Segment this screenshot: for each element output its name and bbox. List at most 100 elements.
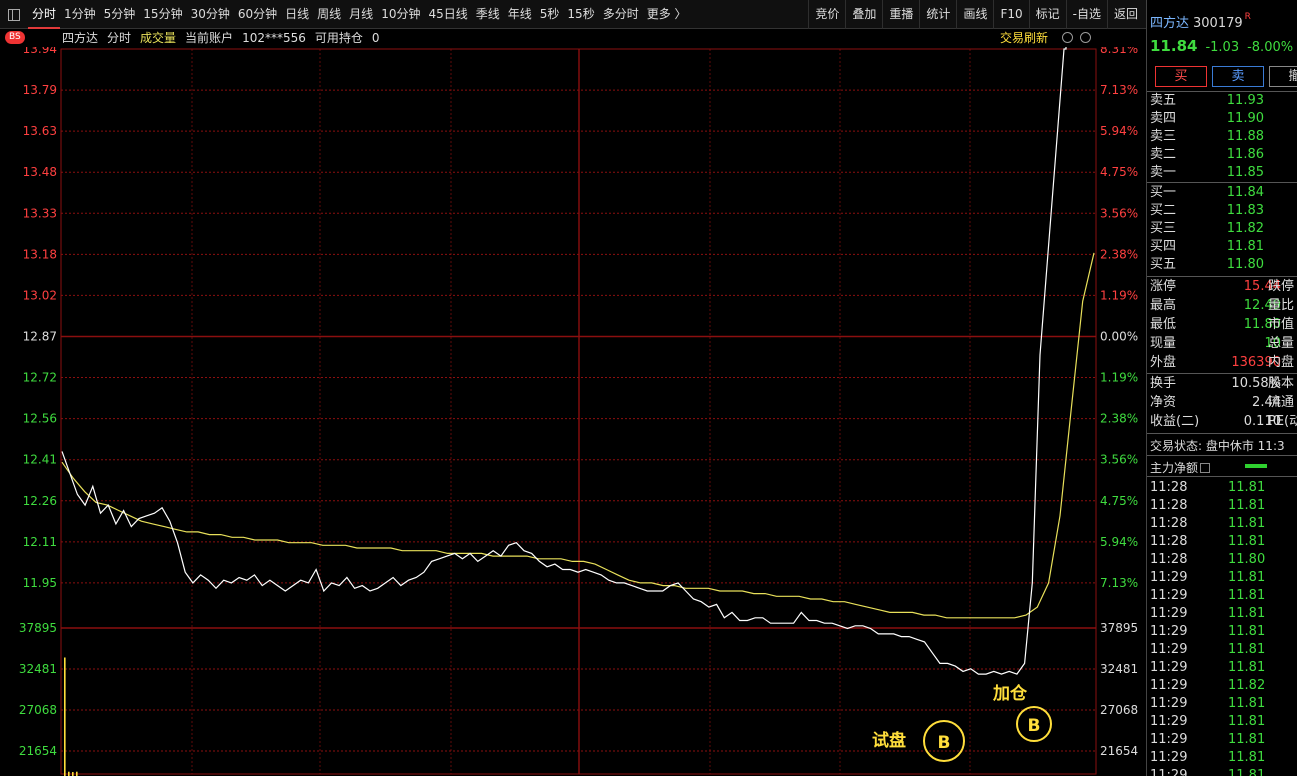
period-tab-10[interactable]: 45日线 — [424, 0, 471, 29]
tick-price: 11.81 — [1228, 624, 1266, 639]
toolbar-button-3[interactable]: 统计 — [919, 0, 956, 29]
tick-price: 11.81 — [1228, 588, 1266, 603]
period-tab-9[interactable]: 10分钟 — [377, 0, 424, 29]
tick-time: 11:28 — [1150, 552, 1188, 567]
order-book-row[interactable]: 买二 11.83 — [1147, 202, 1297, 220]
stat-label: 收益(二) — [1150, 414, 1200, 429]
order-book-row[interactable]: 买一 11.84 — [1147, 184, 1297, 202]
period-tab-2[interactable]: 5分钟 — [100, 0, 140, 29]
tick-time: 11:29 — [1150, 588, 1188, 603]
order-level-price: 11.84 — [1226, 185, 1264, 200]
list-icon[interactable] — [1200, 463, 1211, 473]
period-tab-4[interactable]: 30分钟 — [187, 0, 234, 29]
order-level-price: 11.88 — [1226, 129, 1264, 144]
pct-axis-tick: 2.38% — [1100, 247, 1138, 261]
price-axis-tick: 13.33 — [23, 206, 57, 220]
stat-row: 外盘 136390 内盘 — [1147, 353, 1297, 372]
tick-price: 11.81 — [1228, 768, 1266, 776]
period-tab-13[interactable]: 5秒 — [536, 0, 564, 29]
period-tab-15[interactable]: 多分时 — [599, 0, 643, 29]
tick-time: 11:29 — [1150, 732, 1188, 747]
layout-toggle-icon[interactable] — [8, 8, 20, 21]
position-label: 可用持仓 — [314, 31, 363, 45]
order-level-price: 11.81 — [1226, 239, 1264, 254]
period-tab-16[interactable]: 更多 〉 — [643, 0, 691, 29]
pct-axis-tick: 5.94% — [1100, 535, 1138, 549]
order-book-row[interactable]: 买三 11.82 — [1147, 220, 1297, 238]
order-book-row[interactable]: 卖二 11.86 — [1147, 146, 1297, 164]
order-level-label: 买五 — [1150, 257, 1177, 272]
stat-label: 现量 — [1150, 336, 1177, 351]
toolbar-button-7[interactable]: -自选 — [1065, 0, 1107, 29]
main-flow-row: 主力净额 — [1150, 459, 1297, 476]
panel-divider — [1147, 182, 1297, 183]
stat-label: 净资 — [1150, 395, 1177, 410]
tick-time: 11:28 — [1150, 480, 1188, 495]
period-tab-12[interactable]: 年线 — [504, 0, 536, 29]
stat-label-secondary: 量比 — [1268, 298, 1295, 313]
period-tab-5[interactable]: 60分钟 — [234, 0, 281, 29]
order-book-row[interactable]: 买四 11.81 — [1147, 238, 1297, 256]
sell-button[interactable]: 卖 — [1212, 66, 1264, 87]
period-tab-3[interactable]: 15分钟 — [139, 0, 186, 29]
period-tab-bar: 分时 1分钟 5分钟 15分钟 30分钟 60分钟 日线 周线 月线 10分钟 45日线 季线 年线 5秒… — [4, 0, 691, 29]
zoom-in-icon[interactable] — [1062, 32, 1073, 43]
toolbar-button-0[interactable]: 竞价 — [808, 0, 845, 29]
period-tab-0[interactable]: 分时 — [28, 0, 61, 29]
stat-label-secondary: 股本 — [1268, 376, 1295, 391]
stock-name: 四方达 — [1150, 16, 1190, 31]
intraday-chart[interactable]: 13.94 8.31% 13.79 7.13% 13.63 5.94% 13.48 4.75%… — [0, 47, 1146, 776]
period-tab-1[interactable]: 1分钟 — [60, 0, 100, 29]
pct-axis-tick: 5.94% — [1100, 124, 1138, 138]
cancel-order-button[interactable]: 撤 — [1269, 66, 1297, 87]
toolbar-button-2[interactable]: 重播 — [882, 0, 919, 29]
order-book-row[interactable]: 买五 11.80 — [1147, 256, 1297, 274]
order-level-label: 买二 — [1150, 203, 1177, 218]
tick-price: 11.81 — [1228, 498, 1266, 513]
toolbar-button-1[interactable]: 叠加 — [845, 0, 882, 29]
order-level-label: 卖一 — [1150, 165, 1177, 180]
settings-icon[interactable] — [1080, 32, 1091, 43]
order-book-row[interactable]: 卖一 11.85 — [1147, 164, 1297, 182]
volume-indicator-label[interactable]: 成交量 — [140, 30, 176, 46]
toolbar-button-4[interactable]: 画线 — [956, 0, 993, 29]
stat-label: 最高 — [1150, 298, 1177, 313]
pct-axis-tick: 4.75% — [1100, 494, 1138, 508]
buy-button[interactable]: 买 — [1155, 66, 1207, 87]
price-axis-tick: 13.63 — [23, 124, 57, 138]
toolbar-button-8[interactable]: 返回 — [1106, 0, 1144, 29]
price-quote: 11.84 -1.03 -8.00% — [1150, 37, 1293, 55]
tick-time: 11:28 — [1150, 534, 1188, 549]
order-book-row[interactable]: 卖五 11.93 — [1147, 92, 1297, 110]
price-axis-tick: 12.26 — [23, 494, 57, 508]
period-tab-6[interactable]: 日线 — [281, 0, 313, 29]
volume-axis-tick-right: 37895 — [1100, 621, 1138, 635]
toolbar-button-6[interactable]: 标记 — [1028, 0, 1066, 29]
bs-badge[interactable]: BS — [5, 31, 25, 44]
period-tab-8[interactable]: 月线 — [345, 0, 377, 29]
period-tab-14[interactable]: 15秒 — [563, 0, 598, 29]
period-tab-7[interactable]: 周线 — [313, 0, 345, 29]
period-tab-11[interactable]: 季线 — [472, 0, 504, 29]
price-axis-tick: 13.18 — [23, 247, 57, 261]
order-book-row[interactable]: 卖三 11.88 — [1147, 128, 1297, 146]
tick-row: 11:29 11.81 — [1147, 569, 1297, 587]
tick-price: 11.81 — [1228, 732, 1266, 747]
toolbar-button-5[interactable]: F10 — [993, 0, 1028, 29]
volume-axis-tick-right: 32481 — [1100, 662, 1138, 676]
tick-time: 11:29 — [1150, 660, 1188, 675]
order-book-row[interactable]: 卖四 11.90 — [1147, 110, 1297, 128]
add-marker-letter: B — [1028, 716, 1041, 736]
tick-row: 11:29 11.81 — [1147, 749, 1297, 767]
stat-label-secondary: 内盘 — [1268, 355, 1295, 370]
trade-refresh-button[interactable]: 交易刷新 — [1000, 30, 1048, 46]
stat-label: 换手 — [1150, 376, 1177, 391]
tick-time: 11:29 — [1150, 696, 1188, 711]
pct-axis-tick: 7.13% — [1100, 83, 1138, 97]
main-flow-label: 主力净额 — [1150, 461, 1199, 475]
tick-time: 11:29 — [1150, 624, 1188, 639]
last-price: 11.84 — [1150, 37, 1198, 55]
account-number: 102***556 — [242, 31, 306, 45]
tick-time: 11:28 — [1150, 516, 1188, 531]
order-level-price: 11.93 — [1226, 93, 1264, 108]
